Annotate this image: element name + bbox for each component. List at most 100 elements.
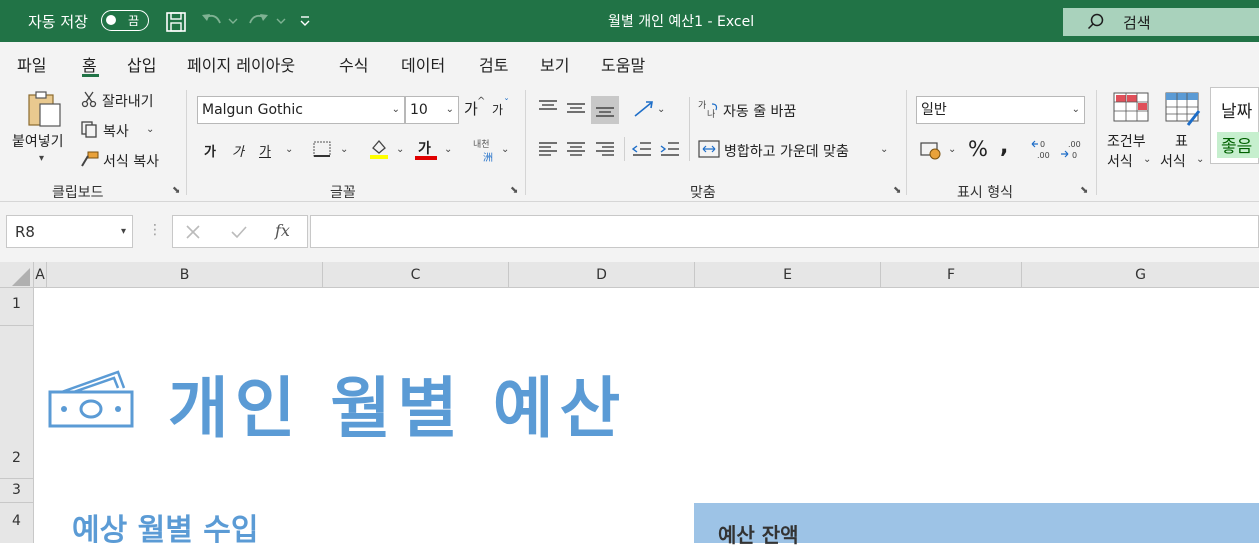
column-header-c[interactable]: C xyxy=(323,262,509,288)
formula-bar-grip[interactable]: ⋮ xyxy=(148,222,162,238)
formula-input[interactable] xyxy=(310,215,1259,248)
tab-home[interactable]: 홈 xyxy=(82,52,97,76)
alignment-launcher-icon[interactable]: ⬊ xyxy=(893,185,901,196)
row-header-1[interactable]: 1 xyxy=(0,288,34,326)
paste-icon[interactable] xyxy=(25,89,65,129)
style-date[interactable]: 날짜 xyxy=(1221,97,1252,122)
quick-access-customize-icon[interactable] xyxy=(298,14,312,28)
merge-center-button[interactable]: 병합하고 가운데 맞춤 xyxy=(724,141,849,161)
merge-center-icon[interactable] xyxy=(698,139,720,159)
row-header-3[interactable]: 3 xyxy=(0,479,34,503)
row-header-2[interactable]: 2 xyxy=(0,326,34,479)
font-launcher-icon[interactable]: ⬊ xyxy=(510,185,518,196)
font-color-button[interactable]: 가 xyxy=(418,138,431,158)
cut-button[interactable]: 잘라내기 xyxy=(102,91,154,111)
phonetic-icon: 洲 xyxy=(483,153,493,164)
tab-review[interactable]: 검토 xyxy=(479,52,508,76)
underline-dropdown-icon[interactable]: ⌄ xyxy=(285,144,293,155)
accounting-dropdown-icon[interactable]: ⌄ xyxy=(948,144,956,155)
paste-dropdown-icon[interactable]: ▾ xyxy=(39,153,44,164)
save-icon[interactable] xyxy=(165,11,187,33)
format-as-table-button[interactable]: 표 xyxy=(1175,131,1188,151)
copy-icon[interactable] xyxy=(80,120,98,138)
number-format-select[interactable]: 일반 ⌄ xyxy=(916,96,1085,124)
column-header-d[interactable]: D xyxy=(509,262,695,288)
merge-dropdown-icon[interactable]: ⌄ xyxy=(880,144,888,155)
underline-button[interactable]: 가 xyxy=(259,141,271,160)
svg-text:.00: .00 xyxy=(1037,151,1050,160)
accounting-format-icon[interactable] xyxy=(920,140,942,160)
decrease-decimal-icon[interactable]: .00 0 xyxy=(1060,138,1084,162)
copy-dropdown-icon[interactable]: ⌄ xyxy=(146,124,154,135)
italic-button[interactable]: 가 xyxy=(232,141,244,160)
borders-icon[interactable] xyxy=(312,140,332,158)
align-center-icon[interactable] xyxy=(566,141,586,157)
conditional-formatting-button[interactable]: 조건부 xyxy=(1107,131,1146,151)
align-left-icon[interactable] xyxy=(538,141,558,157)
enter-icon[interactable] xyxy=(230,224,248,240)
row-header-4[interactable]: 4 xyxy=(0,503,34,543)
shrink-font-button[interactable]: 가 xyxy=(492,101,503,118)
clipboard-launcher-icon[interactable]: ⬊ xyxy=(172,185,180,196)
font-color-dropdown-icon[interactable]: ⌄ xyxy=(444,144,452,155)
align-middle-icon[interactable] xyxy=(566,101,586,115)
select-all-corner[interactable] xyxy=(0,262,34,288)
style-good[interactable]: 좋음 xyxy=(1217,132,1259,158)
format-painter-icon[interactable] xyxy=(80,150,100,168)
wrap-text-icon[interactable]: 가 나 xyxy=(698,98,720,120)
chevron-down-icon[interactable]: ⌄ xyxy=(1196,154,1204,165)
fill-color-icon[interactable] xyxy=(369,138,389,160)
align-top-icon[interactable] xyxy=(538,99,558,113)
comma-style-button[interactable]: , xyxy=(1000,134,1008,159)
phonetic-dropdown-icon[interactable]: ⌄ xyxy=(501,144,509,155)
column-header-f[interactable]: F xyxy=(881,262,1022,288)
insert-function-button[interactable]: fx xyxy=(275,221,290,240)
borders-dropdown-icon[interactable]: ⌄ xyxy=(340,144,348,155)
font-name-select[interactable]: Malgun Gothic ⌄ xyxy=(197,96,405,124)
name-box[interactable]: R8 ▾ xyxy=(6,215,133,248)
orientation-icon[interactable] xyxy=(632,99,656,119)
bold-button[interactable]: 가 xyxy=(204,141,216,160)
undo-icon[interactable] xyxy=(200,11,238,31)
tab-help[interactable]: 도움말 xyxy=(601,52,645,76)
column-header-b[interactable]: B xyxy=(47,262,323,288)
increase-decimal-icon[interactable]: 0 .00 xyxy=(1031,138,1055,162)
cell-styles-gallery[interactable]: 날짜 좋음 xyxy=(1210,87,1259,164)
format-as-table-icon[interactable] xyxy=(1164,91,1202,129)
number-launcher-icon[interactable]: ⬊ xyxy=(1080,185,1088,196)
search-box[interactable]: 검색 xyxy=(1063,8,1259,36)
autosave-toggle[interactable]: 끔 xyxy=(101,10,149,31)
decrease-indent-icon[interactable] xyxy=(632,141,652,157)
cut-icon[interactable] xyxy=(80,90,98,108)
tab-view[interactable]: 보기 xyxy=(540,52,569,76)
font-size-select[interactable]: 10 ⌄ xyxy=(405,96,459,124)
tab-file[interactable]: 파일 xyxy=(17,52,46,76)
align-bottom-button[interactable] xyxy=(591,96,619,124)
tab-formulas[interactable]: 수식 xyxy=(339,52,368,76)
autosave-state: 끔 xyxy=(128,14,140,28)
column-header-a[interactable]: A xyxy=(34,262,47,288)
orientation-dropdown-icon[interactable]: ⌄ xyxy=(657,104,665,115)
wrap-text-button[interactable]: 자동 줄 바꿈 xyxy=(723,101,796,121)
alignment-group-title: 맞춤 xyxy=(690,185,716,201)
active-tab-indicator xyxy=(82,74,99,77)
format-painter-button[interactable]: 서식 복사 xyxy=(103,151,159,171)
chevron-down-icon[interactable]: ⌄ xyxy=(1143,154,1151,165)
column-header-g[interactable]: G xyxy=(1022,262,1259,288)
tab-page-layout[interactable]: 페이지 레이아웃 xyxy=(187,52,295,76)
conditional-formatting-icon[interactable] xyxy=(1112,91,1150,125)
column-header-e[interactable]: E xyxy=(695,262,881,288)
copy-button[interactable]: 복사 xyxy=(103,121,129,141)
grow-font-button[interactable]: 가 xyxy=(464,98,478,119)
align-right-icon[interactable] xyxy=(595,141,615,157)
group-separator xyxy=(186,90,187,195)
title-bar: 자동 저장 끔 월별 개인 예산1 - Excel 검색 xyxy=(0,0,1259,42)
tab-data[interactable]: 데이터 xyxy=(401,52,445,76)
redo-icon[interactable] xyxy=(248,11,288,31)
cancel-icon[interactable] xyxy=(185,224,201,240)
paste-button[interactable]: 붙여넣기 xyxy=(12,131,64,151)
increase-indent-icon[interactable] xyxy=(660,141,680,157)
tab-insert[interactable]: 삽입 xyxy=(127,52,156,76)
fill-color-dropdown-icon[interactable]: ⌄ xyxy=(396,144,404,155)
percent-style-button[interactable]: % xyxy=(968,137,988,161)
